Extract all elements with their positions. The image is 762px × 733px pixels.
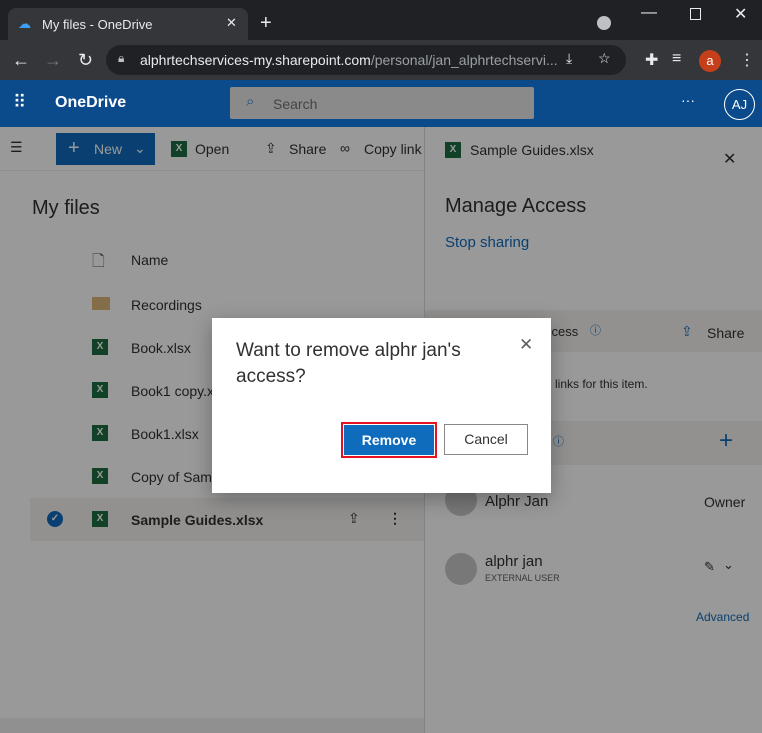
lock-icon: 🔒︎	[118, 51, 125, 65]
browser-tab-bar: ☁ My files - OneDrive ✕ + — ✕	[0, 0, 762, 40]
back-icon[interactable]: ←	[12, 50, 30, 71]
user-avatar[interactable]: AJ	[724, 89, 755, 120]
remove-button-highlight: Remove	[341, 422, 437, 458]
close-dialog-icon[interactable]: ✕	[519, 335, 533, 355]
app-launcher-icon[interactable]: ⠿	[13, 92, 26, 113]
new-tab-icon[interactable]: +	[260, 12, 272, 35]
close-window-icon[interactable]: ✕	[734, 4, 747, 24]
close-tab-icon[interactable]: ✕	[226, 15, 237, 31]
dialog-title: Want to remove alphr jan's access?	[236, 340, 461, 387]
remove-access-dialog: Want to remove alphr jan's access? ✕ Rem…	[212, 318, 551, 493]
more-options[interactable]: ···	[681, 92, 695, 108]
search-box[interactable]: ⌕ Search	[230, 87, 534, 119]
bookmark-star-icon[interactable]: ☆	[598, 50, 611, 67]
maximize-icon[interactable]	[690, 8, 701, 20]
profile-avatar[interactable]: a	[699, 50, 721, 72]
onedrive-cloud-icon: ☁	[18, 16, 31, 31]
tab-title: My files - OneDrive	[42, 17, 153, 32]
forward-icon[interactable]: →	[44, 50, 62, 71]
tab-search-icon[interactable]	[597, 16, 611, 30]
search-icon: ⌕	[246, 93, 255, 110]
media-icon[interactable]: ≡	[672, 50, 681, 68]
reload-icon[interactable]: ↻	[78, 50, 93, 71]
url-field[interactable]: 🔒︎ alphrtechservices-my.sharepoint.com/p…	[106, 45, 626, 75]
menu-icon[interactable]: ⋮	[739, 50, 755, 70]
install-icon[interactable]: ⤓	[566, 50, 572, 67]
extensions-icon[interactable]: ✚	[645, 50, 658, 70]
cancel-button[interactable]: Cancel	[444, 424, 528, 455]
remove-button[interactable]: Remove	[344, 425, 434, 455]
app-name[interactable]: OneDrive	[55, 94, 126, 112]
minimize-icon[interactable]: —	[641, 4, 657, 22]
search-placeholder: Search	[273, 96, 318, 112]
url-text: alphrtechservices-my.sharepoint.com/pers…	[140, 52, 558, 68]
browser-tab[interactable]: ☁ My files - OneDrive ✕	[8, 8, 248, 40]
